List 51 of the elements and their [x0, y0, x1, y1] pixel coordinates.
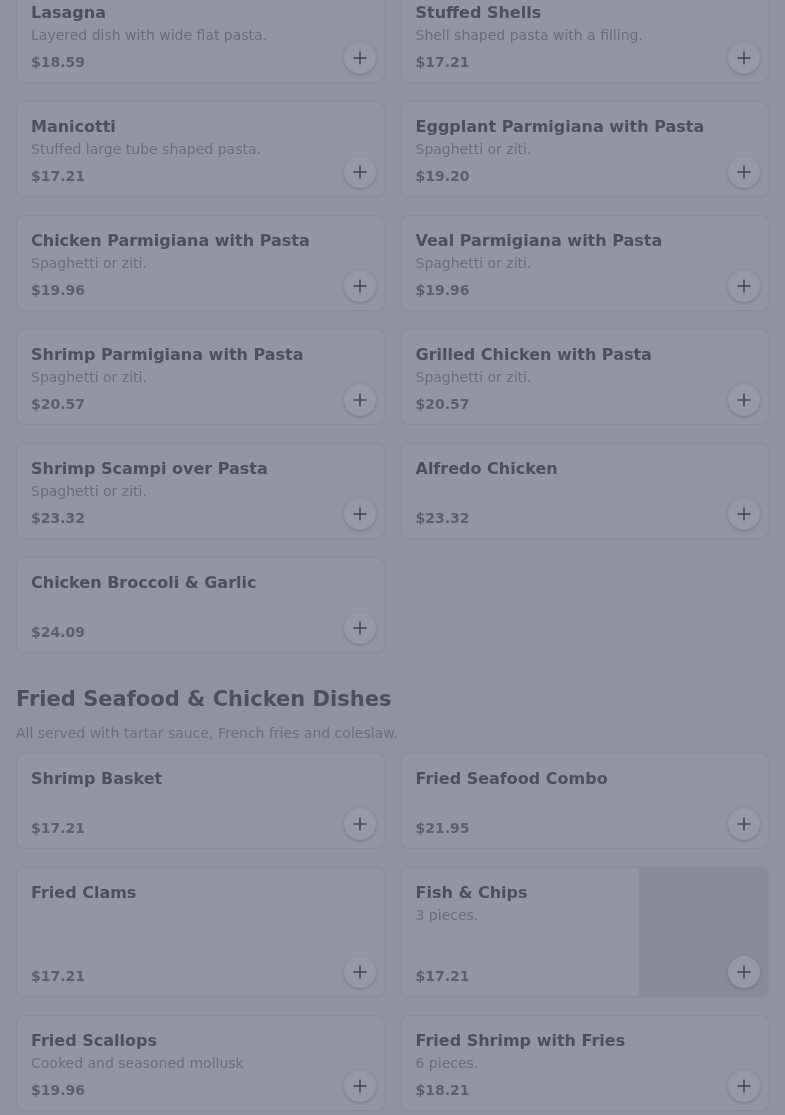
- item-name: Grilled Chicken with Pasta: [415, 344, 653, 366]
- item-name: Fried Shrimp with Fries: [415, 1030, 627, 1052]
- add-button[interactable]: [343, 498, 376, 530]
- plus-icon: [351, 964, 368, 980]
- add-button[interactable]: [728, 42, 760, 74]
- item-name: Shrimp Scampi over Pasta: [31, 458, 269, 480]
- add-button[interactable]: [343, 956, 376, 988]
- item-name: Shrimp Parmigiana with Pasta: [31, 344, 305, 366]
- plus-icon: [736, 278, 752, 294]
- item-name: Lasagna: [31, 2, 107, 24]
- item-name: Eggplant Parmigiana with Pasta: [415, 116, 706, 138]
- add-button[interactable]: [343, 42, 376, 74]
- add-button[interactable]: [343, 270, 376, 302]
- plus-icon: [351, 816, 368, 832]
- plus-icon: [736, 964, 752, 980]
- plus-icon: [351, 506, 368, 522]
- plus-icon: [351, 392, 368, 408]
- add-button[interactable]: [343, 384, 376, 416]
- item-name: Shrimp Basket: [31, 768, 164, 790]
- item-name: Veal Parmigiana with Pasta: [415, 230, 664, 252]
- item-name: Stuffed Shells: [415, 2, 543, 24]
- add-button[interactable]: [728, 156, 760, 188]
- add-button[interactable]: [343, 1070, 376, 1102]
- plus-icon: [736, 164, 752, 180]
- add-button[interactable]: [343, 156, 376, 188]
- plus-icon: [736, 816, 752, 832]
- item-name: Fish & Chips: [415, 882, 529, 904]
- section-title: Fried Seafood & Chicken Dishes: [16, 686, 393, 713]
- item-name: Alfredo Chicken: [415, 458, 559, 480]
- add-button[interactable]: [728, 808, 760, 840]
- plus-icon: [351, 1078, 368, 1094]
- item-name: Fried Seafood Combo: [415, 768, 609, 790]
- plus-icon: [351, 50, 368, 66]
- plus-icon: [736, 1078, 752, 1094]
- item-name: Manicotti: [31, 116, 117, 138]
- plus-icon: [736, 392, 752, 408]
- plus-icon: [736, 506, 752, 522]
- item-name: Fried Scallops: [31, 1030, 158, 1052]
- item-name: Fried Clams: [31, 882, 138, 904]
- plus-icon: [351, 620, 368, 636]
- add-button[interactable]: [728, 498, 760, 530]
- add-button[interactable]: [343, 612, 376, 644]
- item-name: Chicken Broccoli & Garlic: [31, 572, 258, 594]
- add-button[interactable]: [728, 1070, 760, 1102]
- plus-icon: [351, 278, 368, 294]
- add-button[interactable]: [728, 384, 760, 416]
- plus-icon: [351, 164, 368, 180]
- add-button[interactable]: [343, 808, 376, 840]
- item-name: Chicken Parmigiana with Pasta: [31, 230, 311, 252]
- plus-icon: [736, 50, 752, 66]
- add-button[interactable]: [728, 270, 760, 302]
